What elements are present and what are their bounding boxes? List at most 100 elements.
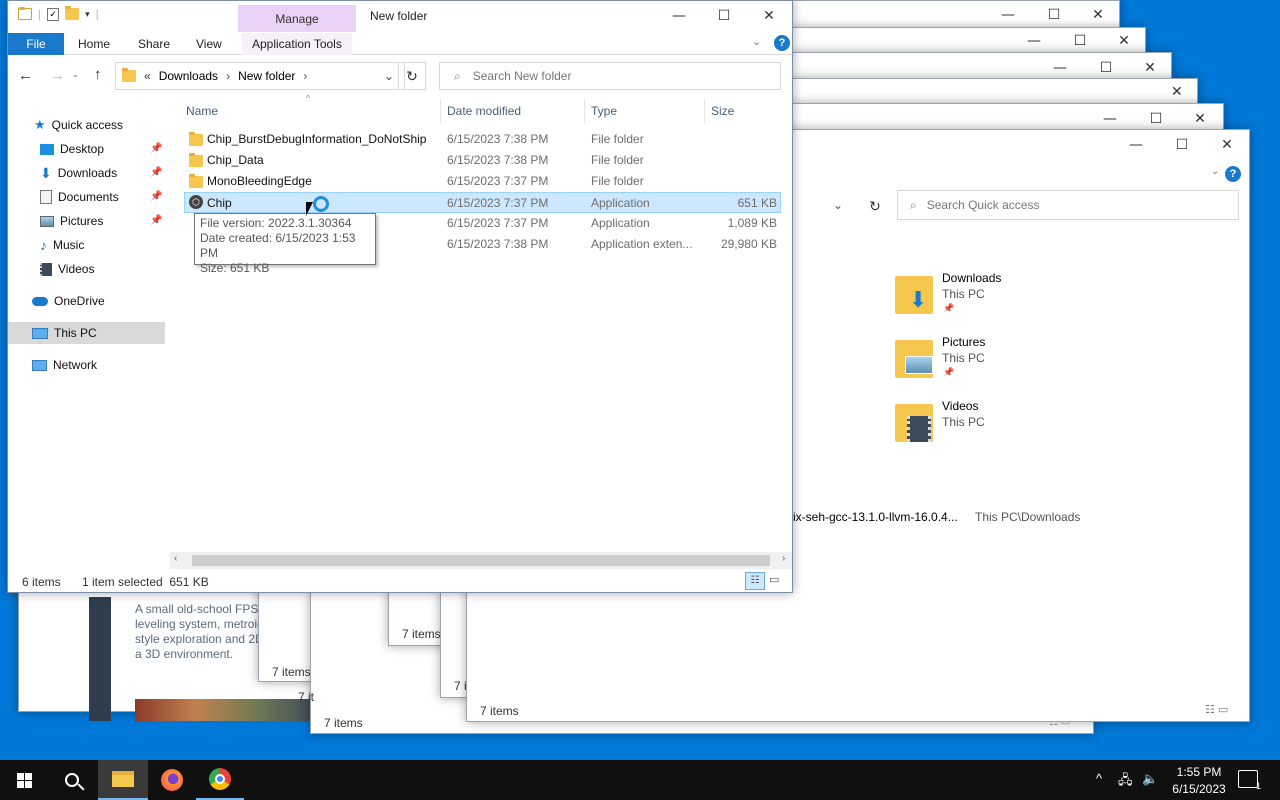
network-status-icon[interactable]: 🖧 [1118, 771, 1133, 793]
quick-folder-videos[interactable]: Videos This PC [895, 398, 1095, 448]
file-explorer-window[interactable]: | ✓ ▾ | Manage New folder — ☐ ✕ File Hom… [7, 0, 793, 593]
scroll-right-icon[interactable]: › [782, 553, 785, 564]
ribbon-expand-icon[interactable]: ⌄ [752, 35, 761, 48]
maximize-button[interactable]: ☐ [701, 1, 747, 31]
nav-this-pc[interactable]: This PC [8, 322, 165, 344]
nav-downloads[interactable]: ⬇ Downloads 📌 [40, 162, 168, 184]
notification-center-icon[interactable]: 1 [1238, 770, 1261, 791]
taskbar-chrome[interactable] [196, 760, 244, 800]
file-row[interactable]: Chip_BurstDebugInformation_DoNotShip 6/1… [184, 129, 781, 150]
pictures-icon [40, 215, 54, 227]
horizontal-scrollbar[interactable]: ‹ › [170, 552, 792, 569]
address-bar[interactable]: « Downloads › New folder › ⌄ [115, 62, 405, 90]
minimize-button[interactable]: — [656, 1, 702, 31]
tab-view[interactable]: View [186, 33, 232, 55]
up-button[interactable]: ↑ [94, 66, 102, 83]
status-item-count: 6 items [22, 575, 61, 589]
file-date: 6/15/2023 7:38 PM [447, 237, 549, 251]
ribbon-expand-icon[interactable]: ⌄ [1211, 166, 1219, 177]
nav-network[interactable]: Network [32, 354, 97, 376]
close-button[interactable]: ✕ [746, 1, 792, 31]
breadcrumb-prefix[interactable]: « [144, 69, 151, 83]
close-button[interactable]: ✕ [1204, 130, 1250, 160]
nav-music[interactable]: ♪ Music [40, 234, 84, 256]
file-row-selected[interactable]: ⬡ Chip 6/15/2023 7:37 PM Application 651… [184, 192, 781, 213]
chevron-right-icon[interactable]: › [226, 69, 230, 83]
taskbar-file-explorer[interactable] [98, 760, 148, 800]
nav-desktop[interactable]: Desktop 📌 [40, 138, 168, 160]
pin-icon[interactable]: 📌 [150, 138, 162, 160]
address-dropdown-icon[interactable]: ⌄ [384, 69, 394, 83]
large-icons-view-button[interactable]: ▭ [769, 573, 779, 586]
manage-contextual-tab[interactable]: Manage [238, 5, 356, 32]
taskbar-firefox[interactable] [148, 760, 196, 800]
start-button[interactable] [0, 760, 48, 800]
background-window-2[interactable]: — ☐ ✕ [790, 27, 1146, 55]
search-input[interactable]: ⌕ Search New folder [439, 62, 781, 90]
pin-icon[interactable]: 📌 [150, 186, 162, 208]
details-view-button[interactable]: ☷ [745, 572, 765, 590]
pin-icon[interactable]: 📌 [150, 162, 162, 184]
recent-locations-icon[interactable]: ⌄ [72, 70, 79, 79]
customize-toolbar-icon[interactable]: ▾ [85, 9, 90, 20]
pin-icon[interactable]: 📌 [150, 210, 162, 232]
view-toggle-icon[interactable]: ☷ ▭ [1205, 703, 1228, 716]
help-icon[interactable]: ? [1225, 166, 1241, 182]
breadcrumb-downloads[interactable]: Downloads [159, 69, 218, 83]
file-name: Chip_BurstDebugInformation_DoNotShip [207, 132, 427, 146]
background-window-a[interactable]: 7 items [258, 580, 318, 682]
tab-application-tools[interactable]: Application Tools [242, 33, 352, 55]
file-row[interactable]: Chip_Data 6/15/2023 7:38 PM File folder [184, 150, 781, 171]
background-window-c[interactable]: 7 items [388, 590, 448, 646]
pin-icon: 📌 [943, 367, 955, 377]
close-button[interactable]: ✕ [1075, 1, 1121, 29]
properties-icon[interactable]: ✓ [47, 7, 60, 21]
maximize-button[interactable]: ☐ [1057, 28, 1103, 54]
forward-button[interactable]: → [50, 67, 65, 84]
search-input[interactable]: ⌕ Search Quick access [897, 190, 1239, 220]
column-header-name[interactable]: Name [186, 101, 218, 121]
background-window-1[interactable]: — ☐ ✕ [780, 0, 1120, 28]
file-type: Application [591, 216, 650, 230]
close-button[interactable]: ✕ [1101, 28, 1147, 54]
scroll-left-icon[interactable]: ‹ [174, 553, 177, 564]
back-button[interactable]: ← [18, 67, 33, 84]
minimize-button[interactable]: — [1011, 28, 1057, 54]
clock-date[interactable]: 6/15/2023 [1164, 782, 1234, 796]
quick-folder-pictures[interactable]: Pictures This PC 📌 [895, 334, 1095, 384]
maximize-button[interactable]: ☐ [1159, 130, 1205, 160]
scrollbar-thumb[interactable] [192, 555, 770, 566]
search-button[interactable] [48, 760, 96, 800]
recent-file-name[interactable]: ix-seh-gcc-13.1.0-llvm-16.0.4... [793, 510, 958, 524]
address-dropdown-icon[interactable]: ⌄ [833, 198, 843, 212]
status-item-count: 7 it [298, 690, 315, 704]
nav-pictures[interactable]: Pictures 📌 [40, 210, 168, 232]
column-header-type[interactable]: Type [591, 101, 617, 121]
nav-quick-access[interactable]: ★ Quick access [34, 114, 123, 136]
chevron-right-icon[interactable]: › [303, 69, 307, 83]
file-row[interactable]: MonoBleedingEdge 6/15/2023 7:37 PM File … [184, 171, 781, 192]
clock-time[interactable]: 1:55 PM [1174, 765, 1224, 779]
nav-documents[interactable]: Documents 📌 [40, 186, 168, 208]
music-icon: ♪ [40, 237, 47, 253]
star-icon: ★ [34, 117, 46, 132]
show-hidden-icons[interactable]: ^ [1096, 771, 1102, 786]
refresh-button[interactable]: ↻ [861, 192, 889, 220]
breadcrumb-new-folder[interactable]: New folder [238, 69, 295, 83]
nav-onedrive[interactable]: OneDrive [32, 290, 105, 312]
close-button[interactable]: ✕ [1171, 83, 1183, 100]
refresh-button[interactable]: ↻ [398, 62, 426, 90]
column-header-size[interactable]: Size [711, 101, 734, 121]
quick-folder-downloads[interactable]: ⬇ Downloads This PC 📌 [895, 270, 1095, 320]
tab-file[interactable]: File [8, 33, 64, 55]
column-header-date[interactable]: Date modified [447, 101, 521, 121]
help-icon[interactable]: ? [774, 35, 790, 51]
volume-icon[interactable]: 🔈 [1142, 771, 1158, 787]
minimize-button[interactable]: — [1113, 130, 1159, 160]
maximize-button[interactable]: ☐ [1031, 1, 1077, 29]
tab-home[interactable]: Home [68, 33, 120, 55]
nav-videos[interactable]: Videos [40, 258, 94, 280]
tab-share[interactable]: Share [128, 33, 180, 55]
minimize-button[interactable]: — [985, 1, 1031, 29]
new-folder-icon[interactable] [65, 6, 80, 20]
